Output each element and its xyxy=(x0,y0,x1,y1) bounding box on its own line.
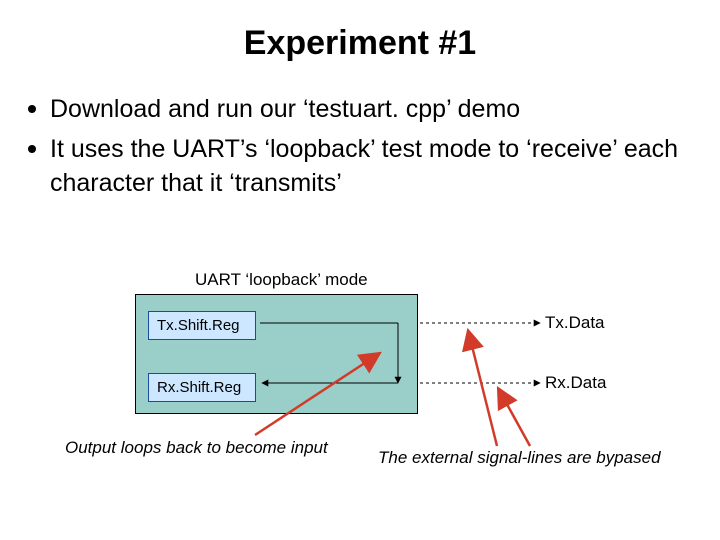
caption-bypassed: The external signal-lines are bypased xyxy=(378,448,661,468)
tx-shift-reg-box: Tx.Shift.Reg xyxy=(148,311,256,340)
slide-title: Experiment #1 xyxy=(0,0,720,93)
rx-data-label: Rx.Data xyxy=(545,373,606,393)
bullet-dot-icon xyxy=(28,105,36,113)
caption-loopback: Output loops back to become input xyxy=(65,438,328,458)
bullet-item: It uses the UART’s ‘loopback’ test mode … xyxy=(28,133,692,201)
bullet-item: Download and run our ‘testuart. cpp’ dem… xyxy=(28,93,692,127)
bullet-text: It uses the UART’s ‘loopback’ test mode … xyxy=(50,133,692,201)
bullet-dot-icon xyxy=(28,145,36,153)
bullet-text: Download and run our ‘testuart. cpp’ dem… xyxy=(50,93,692,127)
uart-box: Tx.Shift.Reg Rx.Shift.Reg xyxy=(135,294,418,414)
bullet-list: Download and run our ‘testuart. cpp’ dem… xyxy=(0,93,720,200)
diagram: UART ‘loopback’ mode Tx.Shift.Reg Rx.Shi… xyxy=(0,270,720,530)
diagram-mode-label: UART ‘loopback’ mode xyxy=(195,270,368,290)
rx-shift-reg-box: Rx.Shift.Reg xyxy=(148,373,256,402)
tx-data-label: Tx.Data xyxy=(545,313,605,333)
